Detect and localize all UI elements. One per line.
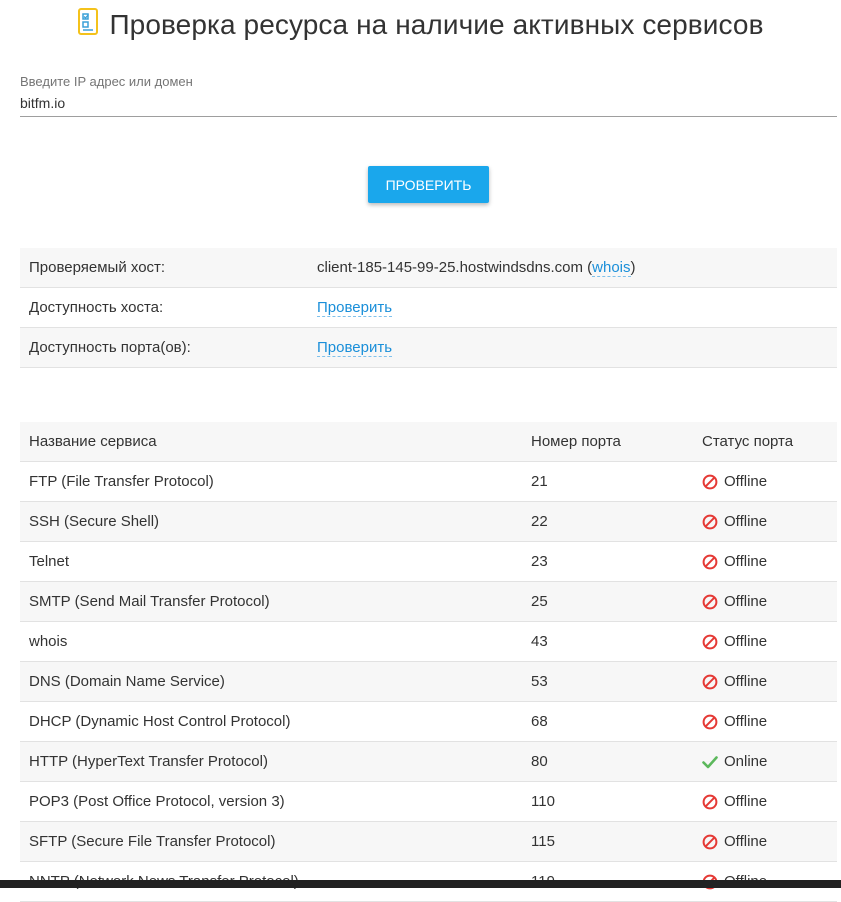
- port-status: Offline: [693, 833, 837, 850]
- port-number: 110: [531, 793, 555, 810]
- port-status: Offline: [693, 473, 837, 490]
- table-row: POP3 (Post Office Protocol, version 3) 11…: [20, 782, 837, 822]
- port-number: 23: [531, 553, 548, 570]
- table-row: whois 43 Offline: [20, 622, 837, 662]
- services-table-body: FTP (File Transfer Protocol) 21 Offline SSH…: [20, 462, 837, 902]
- port-number: 25: [531, 593, 548, 610]
- service-name: HTTP (HyperText Transfer Protocol): [29, 753, 268, 770]
- availability-label: Доступность хоста:: [29, 299, 164, 316]
- domain-input-label: Введите IP адрес или домен: [20, 74, 193, 89]
- service-name: POP3 (Post Office Protocol, version 3): [29, 793, 285, 810]
- domain-input[interactable]: [20, 92, 837, 117]
- info-row-host: Проверяемый хост: client-185-145-99-25.h…: [20, 248, 837, 288]
- port-status: Offline: [693, 713, 837, 730]
- table-row: DHCP (Dynamic Host Control Protocol) 68 Of…: [20, 702, 837, 742]
- port-status: Offline: [693, 553, 837, 570]
- domain-input-block: Введите IP адрес или домен: [20, 72, 837, 117]
- no-entry-icon: [702, 794, 718, 810]
- table-row: FTP (File Transfer Protocol) 21 Offline: [20, 462, 837, 502]
- services-table: Название сервиса Номер порта Статус порт…: [20, 422, 837, 902]
- no-entry-icon: [702, 474, 718, 490]
- port-number: 22: [531, 513, 548, 530]
- port-status: Offline: [693, 513, 837, 530]
- table-row: Telnet 23 Offline: [20, 542, 837, 582]
- port-status: Offline: [693, 793, 837, 810]
- ports-label: Доступность порта(ов):: [29, 339, 191, 356]
- port-number: 80: [531, 753, 548, 770]
- document-check-icon: [78, 8, 99, 35]
- table-row: SSH (Secure Shell) 22 Offline: [20, 502, 837, 542]
- status-text: Offline: [724, 713, 768, 730]
- service-name: SFTP (Secure File Transfer Protocol): [29, 833, 276, 850]
- info-row-ports: Доступность порта(ов): Проверить: [20, 328, 837, 368]
- table-row: SFTP (Secure File Transfer Protocol) 115 O…: [20, 822, 837, 862]
- port-number: 53: [531, 673, 548, 690]
- host-info-table: Проверяемый хост: client-185-145-99-25.h…: [20, 248, 837, 368]
- no-entry-icon: [702, 594, 718, 610]
- service-name: DNS (Domain Name Service): [29, 673, 225, 690]
- port-number: 115: [531, 833, 555, 850]
- status-text: Offline: [724, 553, 768, 570]
- bottom-bar: [0, 880, 841, 888]
- check-icon: [702, 754, 718, 770]
- header-service-name: Название сервиса: [29, 433, 157, 450]
- info-row-availability: Доступность хоста: Проверить: [20, 288, 837, 328]
- status-text: Offline: [724, 593, 768, 610]
- no-entry-icon: [702, 674, 718, 690]
- status-text: Offline: [724, 633, 768, 650]
- service-name: DHCP (Dynamic Host Control Protocol): [29, 713, 291, 730]
- no-entry-icon: [702, 554, 718, 570]
- host-value-cell: client-185-145-99-25.hostwindsdns.com (w…: [317, 259, 837, 277]
- port-status: Offline: [693, 673, 837, 690]
- port-status: Offline: [693, 593, 837, 610]
- service-name: Telnet: [29, 553, 70, 570]
- no-entry-icon: [702, 634, 718, 650]
- port-status: Online: [693, 753, 837, 770]
- service-name: FTP (File Transfer Protocol): [29, 473, 214, 490]
- no-entry-icon: [702, 714, 718, 730]
- whois-link[interactable]: whois: [592, 259, 631, 277]
- port-status: Offline: [693, 633, 837, 650]
- table-row: DNS (Domain Name Service) 53 Offline: [20, 662, 837, 702]
- host-label: Проверяемый хост:: [29, 259, 166, 276]
- status-text: Offline: [724, 473, 768, 490]
- port-number: 21: [531, 473, 548, 490]
- no-entry-icon: [702, 834, 718, 850]
- ports-value-cell: Проверить: [317, 339, 837, 357]
- no-entry-icon: [702, 514, 718, 530]
- service-name: SSH (Secure Shell): [29, 513, 160, 530]
- port-number: 43: [531, 633, 548, 650]
- whois-open-paren: (: [582, 259, 593, 276]
- page-header: Проверка ресурса на наличие активных сер…: [0, 0, 841, 50]
- status-text: Offline: [724, 833, 768, 850]
- service-name: SMTP (Send Mail Transfer Protocol): [29, 593, 270, 610]
- header-port-status: Статус порта: [702, 433, 794, 450]
- port-number: 68: [531, 713, 548, 730]
- table-row: HTTP (HyperText Transfer Protocol) 80 Onli…: [20, 742, 837, 782]
- services-table-header: Название сервиса Номер порта Статус порт…: [20, 422, 837, 462]
- check-ports-link[interactable]: Проверить: [317, 339, 393, 357]
- status-text: Offline: [724, 673, 768, 690]
- status-text: Offline: [724, 793, 768, 810]
- header-port-number: Номер порта: [531, 433, 621, 450]
- check-availability-link[interactable]: Проверить: [317, 299, 393, 317]
- whois-close-paren: ): [630, 259, 636, 276]
- status-text: Online: [724, 753, 768, 770]
- page-title: Проверка ресурса на наличие активных сер…: [109, 9, 764, 40]
- status-text: Offline: [724, 513, 768, 530]
- host-value: client-185-145-99-25.hostwindsdns.com: [317, 259, 583, 276]
- check-button[interactable]: ПРОВЕРИТЬ: [368, 166, 489, 203]
- availability-value-cell: Проверить: [317, 299, 837, 317]
- table-row: SMTP (Send Mail Transfer Protocol) 25 Offl…: [20, 582, 837, 622]
- service-name: whois: [29, 633, 68, 650]
